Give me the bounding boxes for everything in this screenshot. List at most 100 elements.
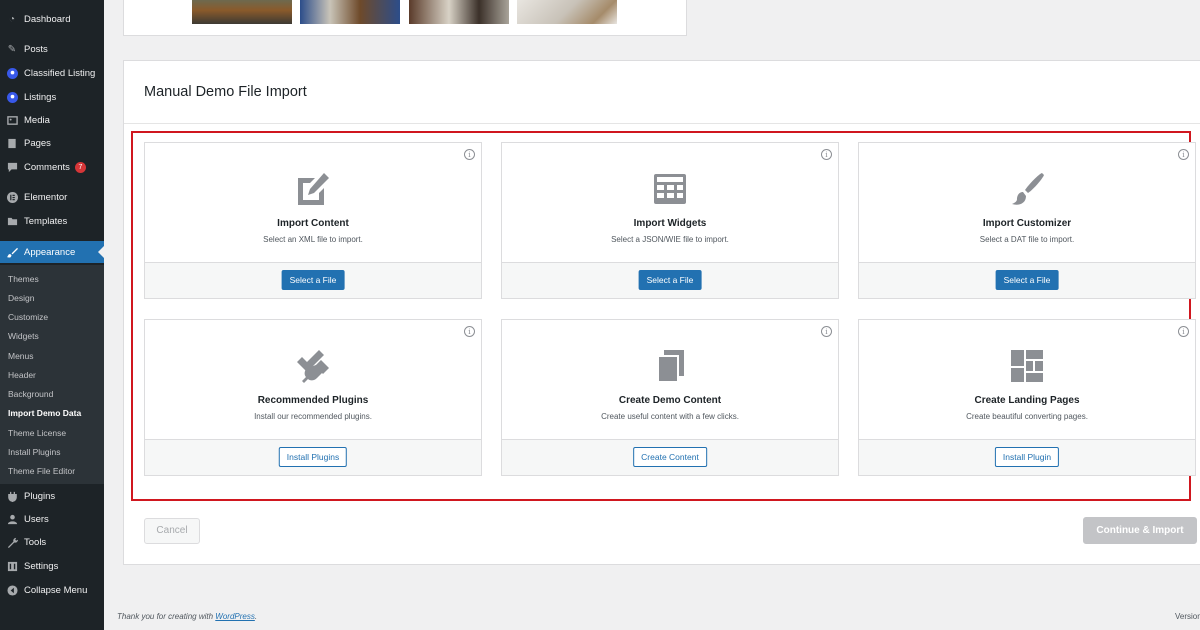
install-plugin-button[interactable]: Install Plugin <box>994 447 1060 467</box>
menu-item-templates[interactable]: Templates <box>0 210 104 232</box>
menu-label: Posts <box>24 43 48 55</box>
wordpress-link[interactable]: WordPress <box>215 612 255 621</box>
card-footer: Select a File <box>502 262 838 298</box>
card-title: Import Widgets <box>633 218 707 229</box>
menu-item-plugins[interactable]: Plugins <box>0 485 104 507</box>
plugin-icon <box>297 350 329 383</box>
select-file-button[interactable]: Select a File <box>995 270 1059 290</box>
card-footer: Create Content <box>502 439 838 475</box>
widgets-icon <box>654 174 686 204</box>
submenu-install-plugins[interactable]: Install Plugins <box>8 447 60 457</box>
card-import-customizer: i Import Customizer Select a DAT file to… <box>858 142 1196 299</box>
menu-label: Tools <box>24 536 47 548</box>
continue-import-button[interactable]: Continue & Import <box>1083 517 1197 544</box>
card-title: Create Landing Pages <box>974 395 1080 406</box>
elementor-icon <box>6 191 18 203</box>
admin-sidebar: ◔ Dashboard ✎ Posts Classified Listing Lis… <box>0 0 104 630</box>
menu-label: Listings <box>24 91 57 103</box>
import-content-icon <box>298 173 329 205</box>
menu-label: Classified Listing <box>24 67 96 79</box>
menu-item-settings[interactable]: Settings <box>0 555 104 577</box>
card-title: Create Demo Content <box>618 395 722 406</box>
submenu-widgets[interactable]: Widgets <box>8 331 39 341</box>
submenu-customize[interactable]: Customize <box>8 312 48 322</box>
menu-item-dashboard[interactable]: ◔ Dashboard <box>0 8 104 30</box>
menu-item-pages[interactable]: Pages <box>0 132 104 154</box>
panel-title: Manual Demo File Import <box>144 84 307 100</box>
card-create-landing-pages: i Create Landing Pages Create beautiful … <box>858 319 1196 476</box>
manual-import-panel: Manual Demo File Import i Import Content… <box>123 60 1200 565</box>
active-menu-arrow <box>98 246 104 258</box>
menu-item-collapse[interactable]: Collapse Menu <box>0 579 104 601</box>
info-icon[interactable]: i <box>1178 326 1189 337</box>
submenu-menus[interactable]: Menus <box>8 351 34 361</box>
copy-icon <box>657 350 684 383</box>
submenu-themes[interactable]: Themes <box>8 274 39 284</box>
info-icon[interactable]: i <box>821 149 832 160</box>
menu-item-comments[interactable]: Comments 7 <box>0 156 104 178</box>
card-footer: Install Plugin <box>859 439 1195 475</box>
card-description: Create beautiful converting pages. <box>966 412 1088 421</box>
card-import-widgets: i Import Widgets Select a JSON/WIE file … <box>501 142 839 299</box>
submenu-background[interactable]: Background <box>8 389 53 399</box>
menu-item-posts[interactable]: ✎ Posts <box>0 38 104 60</box>
menu-label: Pages <box>24 137 51 149</box>
footer-thanks-text: Thank you for creating with <box>117 612 216 621</box>
submenu-theme-license[interactable]: Theme License <box>8 428 66 438</box>
submenu-import-demo-data[interactable]: Import Demo Data <box>8 408 81 418</box>
select-file-button[interactable]: Select a File <box>281 270 345 290</box>
menu-label: Comments <box>24 161 70 173</box>
demo-thumbnail[interactable] <box>300 0 400 24</box>
settings-icon <box>6 560 18 572</box>
card-create-demo-content: i Create Demo Content Create useful cont… <box>501 319 839 476</box>
dashboard-icon: ◔ <box>8 13 16 25</box>
info-icon[interactable]: i <box>464 326 475 337</box>
location-pin-icon <box>6 91 18 103</box>
select-file-button[interactable]: Select a File <box>638 270 702 290</box>
submenu-theme-file-editor[interactable]: Theme File Editor <box>8 466 75 476</box>
info-icon[interactable]: i <box>464 149 475 160</box>
user-icon <box>6 513 18 525</box>
paintbrush-icon <box>6 246 18 258</box>
info-icon[interactable]: i <box>821 326 832 337</box>
pin-icon: ✎ <box>7 43 17 55</box>
demo-preview-panel <box>123 0 687 36</box>
wrench-icon <box>6 536 18 548</box>
card-title: Import Customizer <box>982 218 1072 229</box>
demo-thumbnail[interactable] <box>192 0 292 24</box>
demo-thumbnail[interactable] <box>517 0 617 24</box>
footer-version: Version <box>1175 612 1200 621</box>
menu-item-tools[interactable]: Tools <box>0 531 104 553</box>
demo-thumbnail[interactable] <box>409 0 509 24</box>
card-footer: Install Plugins <box>145 439 481 475</box>
menu-label: Templates <box>24 215 68 227</box>
card-description: Install our recommended plugins. <box>254 412 372 421</box>
menu-label: Dashboard <box>24 13 71 25</box>
menu-item-listings[interactable]: Listings <box>0 86 104 108</box>
menu-label: Plugins <box>24 490 56 502</box>
card-footer: Select a File <box>145 262 481 298</box>
menu-label: Collapse Menu <box>24 584 88 596</box>
comment-icon <box>6 161 18 173</box>
layout-icon <box>1011 350 1043 382</box>
menu-item-appearance[interactable]: Appearance <box>0 241 104 263</box>
menu-item-elementor[interactable]: Elementor <box>0 186 104 208</box>
card-import-content: i Import Content Select an XML file to i… <box>144 142 482 299</box>
card-title: Recommended Plugins <box>257 395 369 406</box>
card-description: Create useful content with a few clicks. <box>601 412 739 421</box>
menu-label: Appearance <box>24 246 76 258</box>
card-recommended-plugins: i Recommended Plugins Install our recomm… <box>144 319 482 476</box>
menu-item-media[interactable]: Media <box>0 109 104 131</box>
card-footer: Select a File <box>859 262 1195 298</box>
submenu-header[interactable]: Header <box>8 370 36 380</box>
paintbrush-icon <box>1012 173 1044 205</box>
cancel-button[interactable]: Cancel <box>144 518 200 544</box>
card-title: Import Content <box>277 218 349 229</box>
info-icon[interactable]: i <box>1178 149 1189 160</box>
submenu-design[interactable]: Design <box>8 293 34 303</box>
menu-item-classified-listing[interactable]: Classified Listing <box>0 62 104 84</box>
install-plugins-button[interactable]: Install Plugins <box>278 447 348 467</box>
menu-item-users[interactable]: Users <box>0 508 104 530</box>
create-content-button[interactable]: Create Content <box>633 447 707 467</box>
media-icon <box>6 114 18 126</box>
